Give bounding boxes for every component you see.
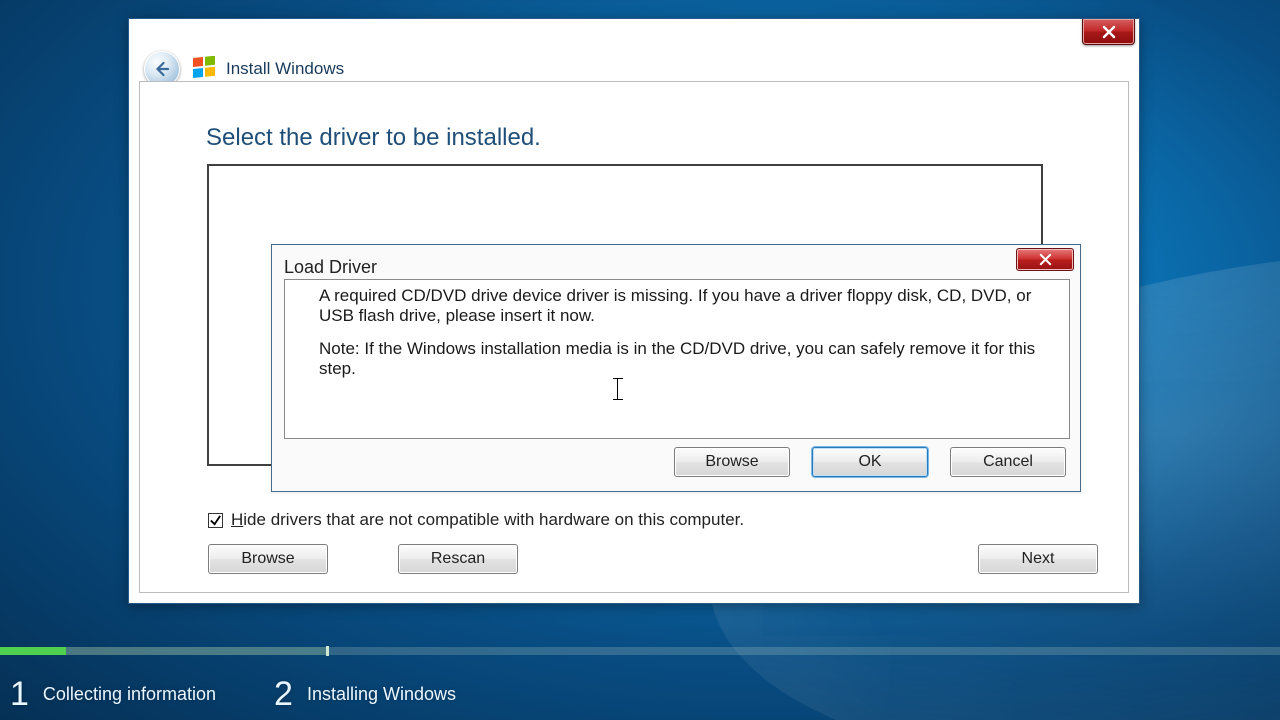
back-arrow-icon (153, 60, 171, 78)
dialog-body: A required CD/DVD drive device driver is… (284, 279, 1070, 439)
checkbox-box (208, 513, 223, 528)
dialog-browse-button[interactable]: Browse (674, 447, 790, 477)
step-1-label: Collecting information (43, 684, 216, 705)
bottom-button-row: Browse Rescan Next (208, 544, 1098, 578)
close-icon (1102, 25, 1116, 39)
step-2-label: Installing Windows (307, 684, 456, 705)
dialog-close-button[interactable] (1016, 248, 1074, 271)
page-heading: Select the driver to be installed. (206, 124, 541, 152)
step-2-number: 2 (274, 675, 293, 714)
dialog-ok-button[interactable]: OK (812, 447, 928, 477)
step-1: 1 Collecting information (10, 675, 216, 714)
hide-drivers-label: Hide drivers that are not compatible wit… (231, 510, 744, 530)
install-steps: 1 Collecting information 2 Installing Wi… (10, 675, 456, 714)
load-driver-dialog: Load Driver A required CD/DVD drive devi… (271, 244, 1081, 492)
next-button[interactable]: Next (978, 544, 1098, 574)
checkmark-icon (209, 514, 222, 527)
text-caret-icon (617, 378, 618, 400)
rescan-button[interactable]: Rescan (398, 544, 518, 574)
dialog-paragraph-1: A required CD/DVD drive device driver is… (319, 286, 1039, 325)
window-title: Install Windows (226, 59, 344, 79)
install-progress (0, 647, 1280, 655)
dialog-title: Load Driver (284, 257, 377, 278)
hide-drivers-checkbox[interactable]: Hide drivers that are not compatible wit… (208, 510, 744, 530)
windows-logo-icon (193, 56, 217, 80)
dialog-cancel-button[interactable]: Cancel (950, 447, 1066, 477)
titlebar: Install Windows (129, 19, 1139, 75)
window-close-button[interactable] (1082, 19, 1135, 45)
progress-segment-active (0, 647, 66, 655)
browse-button[interactable]: Browse (208, 544, 328, 574)
dialog-paragraph-2: Note: If the Windows installation media … (319, 339, 1039, 378)
step-1-number: 1 (10, 675, 29, 714)
close-icon (1039, 253, 1052, 266)
step-2: 2 Installing Windows (274, 675, 456, 714)
dialog-button-row: Browse OK Cancel (674, 447, 1066, 477)
